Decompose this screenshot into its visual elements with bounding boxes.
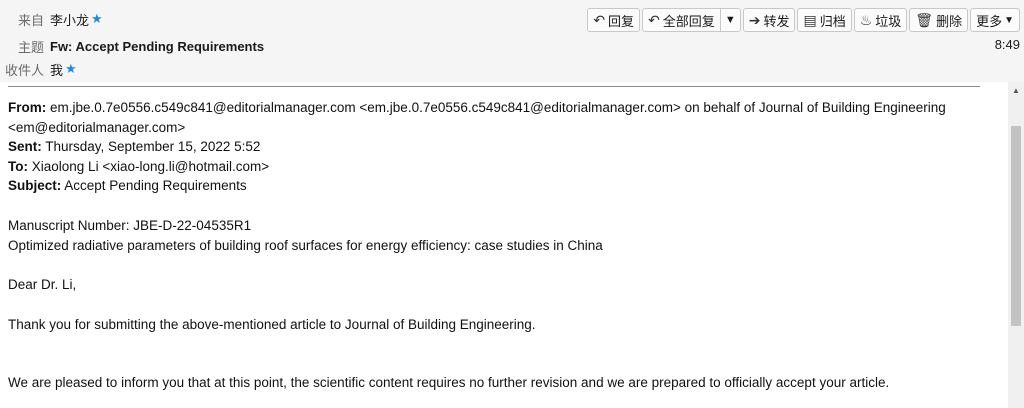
to-row: 收件人 我 ★ xyxy=(0,58,77,80)
chevron-down-icon: ▼ xyxy=(1004,14,1014,26)
from-name[interactable]: 李小龙 xyxy=(50,10,89,29)
more-label: 更多 xyxy=(976,13,1003,29)
sent-line: Sent: Thursday, September 15, 2022 5:52 xyxy=(8,137,998,157)
from-row: 来自 李小龙 ★ xyxy=(0,8,103,30)
subject-field-label: Subject: xyxy=(8,178,62,194)
reply-all-label: 全部回复 xyxy=(662,13,715,29)
delete-button[interactable]: 🗑 删除 xyxy=(909,8,969,32)
to-field-value: Xiaolong Li <xiao-long.li@hotmail.com> xyxy=(31,158,270,174)
subject-field-value: Accept Pending Requirements xyxy=(64,178,247,194)
manuscript-title: Optimized radiative parameters of buildi… xyxy=(8,237,603,253)
archive-label: 归档 xyxy=(819,13,846,29)
greeting: Dear Dr. Li, xyxy=(8,277,77,293)
subject-text: Fw: Accept Pending Requirements xyxy=(50,38,265,54)
subject-label: 主题 xyxy=(17,39,44,55)
flame-icon: ♨ xyxy=(859,12,873,28)
junk-button[interactable]: ♨ 垃圾 xyxy=(853,8,908,32)
subject-row: 主题 Fw: Accept Pending Requirements xyxy=(0,35,264,57)
to-recipient[interactable]: 我 ★ xyxy=(50,60,77,79)
trash-icon: 🗑 xyxy=(915,12,934,28)
to-field-label: To: xyxy=(8,158,28,174)
forward-button[interactable]: ➔ 转发 xyxy=(742,8,796,32)
from-field-label: From: xyxy=(8,100,47,115)
sent-field-value: Thursday, September 15, 2022 5:52 xyxy=(45,139,261,155)
message-time: 8:49 xyxy=(994,37,1020,52)
message-body: From: em.jbe.0.7e0556.c549c841@editorial… xyxy=(8,98,998,393)
manuscript-number: Manuscript Number: JBE-D-22-04535R1 xyxy=(8,217,252,233)
to-name[interactable]: 我 xyxy=(50,60,63,79)
from-field-value: em.jbe.0.7e0556.c549c841@editorialmanage… xyxy=(8,100,946,135)
paragraph-acceptance: We are pleased to inform you that at thi… xyxy=(8,375,890,391)
archive-icon: ▤ xyxy=(803,12,817,28)
scrollbar-thumb[interactable] xyxy=(1011,126,1021,326)
from-label: 来自 xyxy=(17,12,44,28)
message-toolbar: ↶ 回复 ↶ 全部回复 ▼ ➔ 转发 ▤ 归档 ♨ 垃圾 🗑 删除 更多 ▼ xyxy=(587,8,1020,32)
to-line: To: Xiaolong Li <xiao-long.li@hotmail.co… xyxy=(8,157,998,177)
reply-button[interactable]: ↶ 回复 xyxy=(587,8,641,32)
star-icon[interactable]: ★ xyxy=(65,61,77,77)
reply-icon: ↶ xyxy=(593,12,606,28)
chevron-down-icon[interactable]: ▼ xyxy=(719,9,740,31)
star-icon[interactable]: ★ xyxy=(91,11,103,27)
from-line: From: em.jbe.0.7e0556.c549c841@editorial… xyxy=(8,98,998,137)
vertical-scrollbar[interactable]: ▲ xyxy=(1008,82,1024,408)
reply-all-icon: ↶ xyxy=(648,12,660,28)
scroll-up-icon[interactable]: ▲ xyxy=(1008,82,1024,98)
junk-label: 垃圾 xyxy=(875,13,902,29)
reply-label: 回复 xyxy=(608,13,635,29)
forward-label: 转发 xyxy=(763,13,790,29)
paragraph-thanks: Thank you for submitting the above-menti… xyxy=(8,316,536,332)
reply-all-main[interactable]: ↶ 全部回复 xyxy=(643,9,720,31)
reply-all-button[interactable]: ↶ 全部回复 ▼ xyxy=(642,8,741,32)
archive-button[interactable]: ▤ 归档 xyxy=(797,8,852,32)
forward-icon: ➔ xyxy=(748,12,761,28)
subject-line: Subject: Accept Pending Requirements xyxy=(8,176,998,196)
to-label: 收件人 xyxy=(4,62,44,78)
message-header: 来自 李小龙 ★ 主题 Fw: Accept Pending Requireme… xyxy=(0,0,1024,82)
delete-label: 删除 xyxy=(936,13,963,29)
sent-field-label: Sent: xyxy=(8,139,42,155)
header-divider xyxy=(8,86,980,87)
more-button[interactable]: 更多 ▼ xyxy=(970,8,1020,32)
from-sender[interactable]: 李小龙 ★ xyxy=(50,10,103,29)
